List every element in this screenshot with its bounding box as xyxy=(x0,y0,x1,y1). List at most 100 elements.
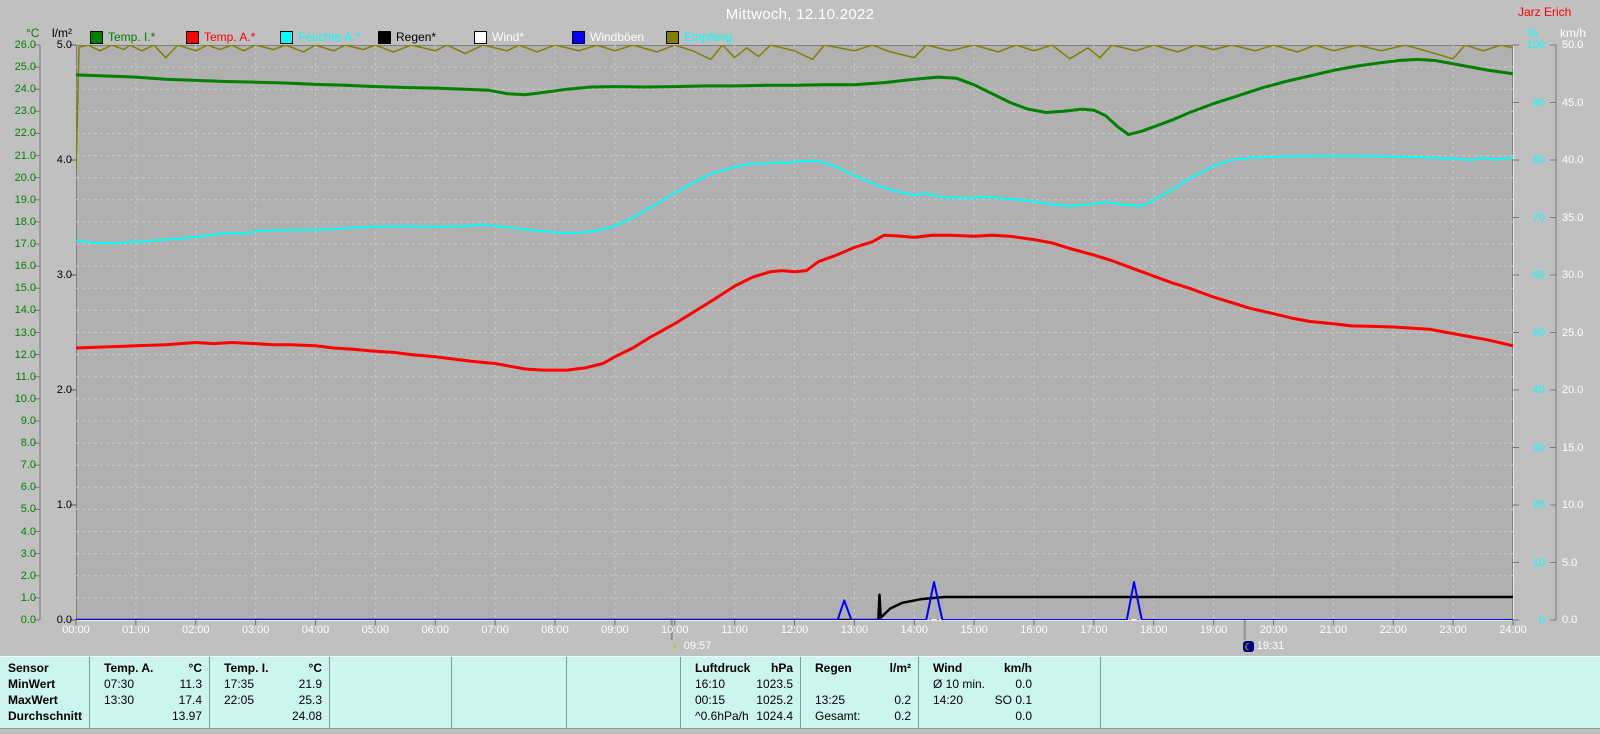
table-column-unit: l/m² xyxy=(889,661,911,675)
temp-axis-tick-label: 17.0 xyxy=(14,238,36,251)
table-column-unit: °C xyxy=(188,661,202,675)
temp-axis-tick-label: 2.0 xyxy=(20,569,36,582)
x-axis-tick-label: 21:00 xyxy=(1319,624,1348,636)
table-row-label: MaxWert xyxy=(8,693,58,707)
table-cell-time: Gesamt: xyxy=(815,709,861,723)
table-column-unit: km/h xyxy=(1003,661,1032,675)
x-axis-tick-label: 15:00 xyxy=(960,624,988,636)
table-row-label: Durchschnitt xyxy=(8,709,83,723)
x-axis-tick-label: 20:00 xyxy=(1259,624,1288,636)
table-cell-time: 16:10 xyxy=(695,677,726,691)
sunset-arrow-icon: ↓ xyxy=(672,640,679,652)
rain-axis-tick-label: 4.0 xyxy=(56,154,72,166)
temp-axis-tick-label: 22.0 xyxy=(14,127,36,140)
table-cell-value: 24.08 xyxy=(291,709,322,723)
x-axis-tick-label: 13:00 xyxy=(840,624,869,636)
x-axis-tick-label: 11:00 xyxy=(721,624,748,636)
table-cell-time: 22:05 xyxy=(224,693,255,707)
x-axis-tick-label: 08:00 xyxy=(541,624,569,636)
table-cell-time: 14:20 xyxy=(933,693,964,707)
wind-axis-tick-label: 25.0 xyxy=(1562,326,1584,339)
wind-axis-tick-label: 20.0 xyxy=(1562,384,1584,396)
wind-axis-tick-label: 45.0 xyxy=(1562,96,1584,109)
x-axis-tick-label: 06:00 xyxy=(421,624,450,636)
temp-axis-tick-label: 24.0 xyxy=(14,83,36,96)
x-axis-tick-label: 14:00 xyxy=(900,624,929,636)
wind-axis-tick-label: 40.0 xyxy=(1562,154,1584,166)
table-column-title: Temp. A. xyxy=(104,661,154,675)
table-column-empty-8 xyxy=(1100,657,1600,728)
temp-axis-tick-label: 5.0 xyxy=(20,503,36,516)
marker-1931: ☾ 19:31 xyxy=(1242,640,1284,652)
x-axis-tick-label: 01:00 xyxy=(122,624,150,636)
table-cell-value: 13.97 xyxy=(171,709,202,723)
table-column-empty-4 xyxy=(566,657,680,728)
x-axis-tick-label: 10:00 xyxy=(660,624,689,636)
x-axis-tick-label: 07:00 xyxy=(481,624,509,636)
humidity-axis-tick-label: 70 xyxy=(1532,211,1545,224)
table-column-empty-3 xyxy=(451,657,566,728)
moon-icon: ☾ xyxy=(1242,640,1254,652)
rain-axis-tick-label: 1.0 xyxy=(56,499,72,511)
table-cell-time: 07:30 xyxy=(104,677,135,691)
x-axis-tick-label: 09:00 xyxy=(601,624,629,636)
humidity-axis-tick-label: 40 xyxy=(1532,384,1545,396)
x-axis-tick-label: 17:00 xyxy=(1080,624,1108,636)
x-axis-tick-label: 00:00 xyxy=(62,624,90,636)
wind-axis-tick-label: 10.0 xyxy=(1562,499,1584,511)
table-cell-time: Ø 10 min. xyxy=(933,677,986,691)
humidity-axis-tick-label: 20 xyxy=(1532,499,1545,511)
table-cell-time: ^0.6hPa/h xyxy=(695,709,749,723)
marker-0957: ↓ 09:57 xyxy=(670,640,712,652)
table-column-luftdruck: Luftdruck hPa 16:10 1023.5 00:15 1025.2 ^0.6hP… xyxy=(680,657,800,728)
table-cell-value: 0.2 xyxy=(894,693,911,707)
temp-axis-tick-label: 14.0 xyxy=(14,304,36,317)
table-cell-value: 1025.2 xyxy=(756,693,793,707)
wind-axis-tick-label: 35.0 xyxy=(1562,211,1584,224)
x-axis-tick-label: 19:00 xyxy=(1199,624,1228,636)
table-column-title: Regen xyxy=(815,661,852,675)
temp-axis-tick-label: 20.0 xyxy=(14,171,36,184)
temp-axis-tick-label: 16.0 xyxy=(14,260,36,273)
temp-axis-tick-label: 8.0 xyxy=(20,437,36,450)
x-axis-tick-label: 24:00 xyxy=(1499,624,1527,636)
table-column-temp-a-: Temp. A. °C 07:30 11.3 13:30 17.4 13.97 xyxy=(89,657,209,728)
x-axis-tick-label: 16:00 xyxy=(1020,624,1048,636)
wind-axis-tick-label: 50.0 xyxy=(1562,39,1584,51)
x-axis-tick-label: 12:00 xyxy=(780,624,809,636)
table-cell-value: 1023.5 xyxy=(756,677,793,691)
x-axis-tick-label: 03:00 xyxy=(241,624,270,636)
wind-axis-tick-label: 30.0 xyxy=(1562,269,1584,281)
temp-axis-tick-label: 15.0 xyxy=(14,282,36,295)
temp-axis-tick-label: 12.0 xyxy=(14,348,36,361)
x-axis-tick-label: 05:00 xyxy=(361,624,390,636)
rain-axis-tick-label: 5.0 xyxy=(56,39,72,51)
temp-axis-tick-label: 6.0 xyxy=(20,481,36,494)
temp-axis-tick-label: 4.0 xyxy=(20,525,36,538)
table-column-title: Luftdruck xyxy=(695,661,751,675)
humidity-axis-tick-label: 100 xyxy=(1526,39,1545,51)
humidity-axis-tick-label: 90 xyxy=(1532,96,1545,109)
table-cell-value: 0.0 xyxy=(1015,709,1032,723)
chart-svg xyxy=(34,44,1557,640)
x-axis-tick-label: 02:00 xyxy=(181,624,210,636)
temp-axis-tick-label: 19.0 xyxy=(14,193,36,206)
table-cell-time: 17:35 xyxy=(224,677,255,691)
x-axis-tick-label: 22:00 xyxy=(1379,624,1408,636)
table-row-labels-column: Sensor MinWert MaxWert Durchschnitt xyxy=(0,657,89,728)
table-cell-time: 13:25 xyxy=(815,693,846,707)
table-column-unit: hPa xyxy=(770,661,793,675)
marker-time: 09:57 xyxy=(683,640,712,652)
humidity-axis-tick-label: 30 xyxy=(1532,441,1545,454)
table-row-label: MinWert xyxy=(8,677,56,691)
table-cell-time: 00:15 xyxy=(695,693,726,707)
humidity-axis-tick-label: 60 xyxy=(1532,269,1545,281)
temp-axis-tick-label: 21.0 xyxy=(14,149,36,162)
temp-axis-tick-label: 11.0 xyxy=(15,370,36,383)
wind-axis-tick-label: 15.0 xyxy=(1562,441,1584,454)
x-axis-tick-label: 18:00 xyxy=(1139,624,1168,636)
temp-axis-tick-label: 10.0 xyxy=(14,392,36,405)
table-column-temp-i-: Temp. I. °C 17:35 21.9 22:05 25.3 24.08 xyxy=(209,657,329,728)
temp-axis-tick-label: 3.0 xyxy=(20,547,36,560)
humidity-axis-tick-label: 10 xyxy=(1532,556,1545,569)
